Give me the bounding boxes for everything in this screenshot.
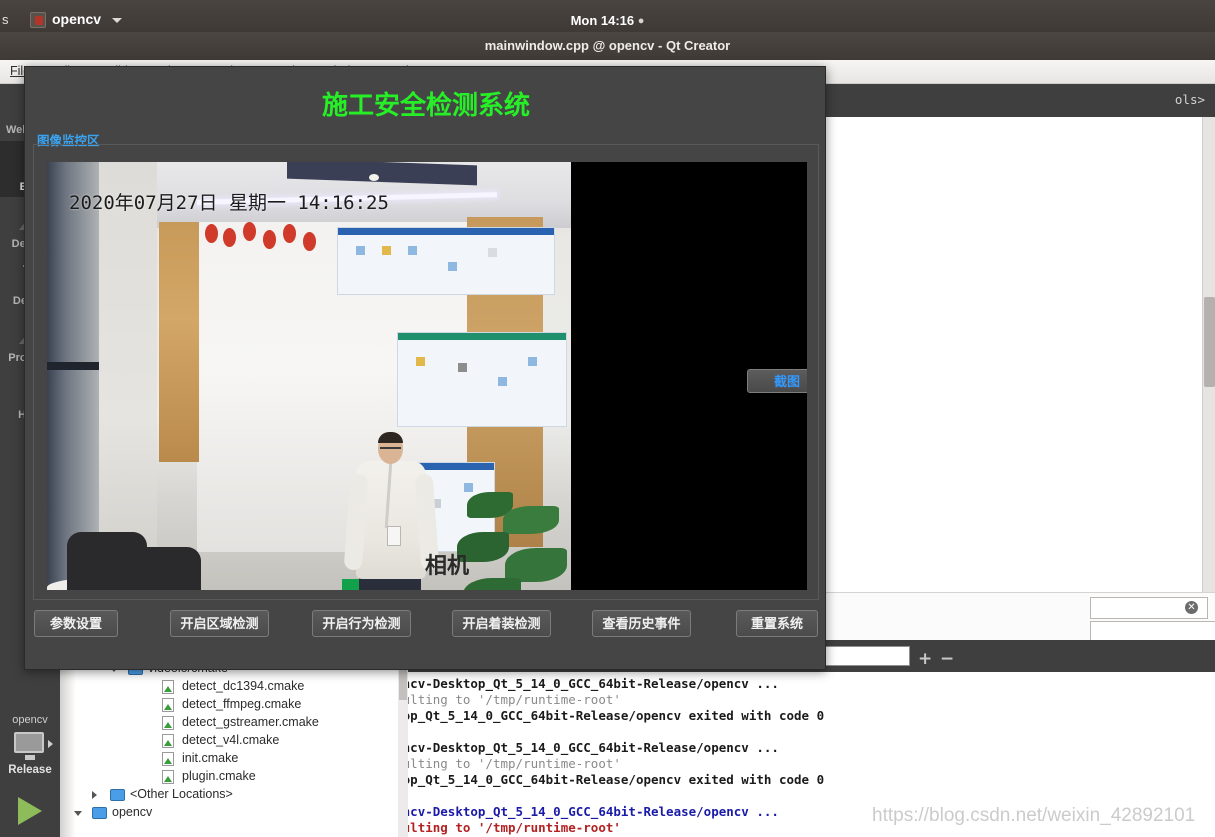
scene-poster-cell xyxy=(382,246,391,255)
capture-screenshot-button[interactable]: 截图 xyxy=(747,369,807,393)
dialog-button-4[interactable]: 开启着装检测 xyxy=(452,610,551,637)
scene-plant-leaf xyxy=(463,578,521,590)
cmake-file-icon xyxy=(162,734,174,748)
scene-door-left xyxy=(159,222,199,462)
cmake-file-icon xyxy=(162,752,174,766)
scene-poster-cell xyxy=(458,363,467,372)
scene-poster xyxy=(397,332,567,427)
zoom-out-icon[interactable]: − xyxy=(940,649,954,669)
scene-chair xyxy=(117,547,201,590)
run-icon[interactable] xyxy=(18,797,42,825)
scene-poster-cell xyxy=(498,377,507,386)
camera-feed-left[interactable]: 2020年07月27日 星期一 14:16:25 相机 xyxy=(47,162,571,590)
dialog-button-6[interactable]: 重置系统 xyxy=(736,610,818,637)
safety-detection-dialog: 施工安全检测系统 图像监控区 2020年07月27日 星期一 14:16:25 … xyxy=(24,66,826,670)
find-clear-icon[interactable]: ✕ xyxy=(1185,601,1198,614)
scene-decoration-lantern xyxy=(243,222,256,241)
folder-icon xyxy=(92,807,107,819)
folder-icon xyxy=(110,789,125,801)
file-tree-label: plugin.cmake xyxy=(182,769,256,783)
scene-poster-header xyxy=(338,228,554,235)
file-tree-row[interactable]: <Other Locations> xyxy=(60,786,408,804)
file-tree-label: detect_ffmpeg.cmake xyxy=(182,697,302,711)
file-tree-label: <Other Locations> xyxy=(130,787,233,801)
file-tree-label: detect_gstreamer.cmake xyxy=(182,715,319,729)
scene-plant xyxy=(457,492,571,590)
build-configuration-label: Release xyxy=(8,764,52,776)
scene-plant-leaf xyxy=(503,506,559,534)
dialog-button-2[interactable]: 开启区域检测 xyxy=(170,610,269,637)
scene-decoration-lantern xyxy=(205,224,218,243)
target-selector-icon[interactable] xyxy=(14,732,44,760)
scene-poster-cell xyxy=(356,246,365,255)
person-glasses xyxy=(380,447,401,451)
scene-poster-cell xyxy=(448,262,457,271)
scene-decoration-lantern xyxy=(223,228,236,247)
clock-indicator-icon: ● xyxy=(637,15,645,27)
target-selector-arrow-icon[interactable] xyxy=(48,740,53,748)
scene-poster-cell xyxy=(408,246,417,255)
scene-wall-trim xyxy=(47,362,99,370)
scene-poster-cell xyxy=(528,357,537,366)
file-tree-row[interactable]: init.cmake xyxy=(60,750,408,768)
camera-feed-right[interactable]: 截图 xyxy=(571,162,807,590)
scene-poster-header xyxy=(398,333,566,340)
scene-poster xyxy=(337,227,555,295)
scene-decoration-lantern xyxy=(303,232,316,251)
scene-pillar xyxy=(47,162,99,590)
scene-decoration-lantern xyxy=(283,224,296,243)
file-tree-label: opencv xyxy=(112,805,153,819)
file-tree-row[interactable]: detect_ffmpeg.cmake xyxy=(60,696,408,714)
camera-watermark-label: 相机 xyxy=(425,553,470,578)
cmake-file-icon xyxy=(162,698,174,712)
dialog-button-row: 参数设置 开启区域检测 开启行为检测 开启着装检测 查看历史事件 重置系统 xyxy=(25,610,827,644)
screen: s opencv Mon 14:16 ● mainwindow.cpp @ op… xyxy=(0,0,1215,837)
page-watermark: https://blog.csdn.net/weixin_42892101 xyxy=(872,805,1196,826)
run-kit-name: opencv xyxy=(12,714,48,726)
clock-text: Mon 14:16 xyxy=(570,13,635,28)
chevron-down-icon[interactable] xyxy=(74,811,82,816)
dialog-button-5[interactable]: 查看历史事件 xyxy=(592,610,691,637)
file-tree-label: detect_v4l.cmake xyxy=(182,733,280,747)
dialog-button-1[interactable]: 参数设置 xyxy=(34,610,118,637)
qt-window-title: mainwindow.cpp @ opencv - Qt Creator xyxy=(0,32,1215,60)
scene-plant-leaf xyxy=(505,548,567,582)
dialog-button-3[interactable]: 开启行为检测 xyxy=(312,610,411,637)
scene-poster-cell xyxy=(416,357,425,366)
code-scrollbar[interactable] xyxy=(1202,117,1215,592)
qt-run-controls: opencv Release xyxy=(0,702,60,837)
person-badge xyxy=(387,526,401,546)
scene-decoration-lantern xyxy=(263,230,276,249)
code-scrollbar-thumb[interactable] xyxy=(1204,297,1215,387)
cmake-file-icon xyxy=(162,680,174,694)
file-tree-row[interactable]: detect_dc1394.cmake xyxy=(60,678,408,696)
scene-ceiling-spot xyxy=(369,174,379,181)
file-tree-row[interactable]: detect_v4l.cmake xyxy=(60,732,408,750)
video-display-area: 2020年07月27日 星期一 14:16:25 相机 截图 xyxy=(47,162,807,590)
editor-breadcrumb: ols> xyxy=(1174,92,1205,107)
file-tree-row[interactable]: detect_gstreamer.cmake xyxy=(60,714,408,732)
scene-pillar-face xyxy=(99,162,157,590)
scene-poster-cell xyxy=(464,483,473,492)
file-tree-row[interactable]: plugin.cmake xyxy=(60,768,408,786)
cmake-file-icon xyxy=(162,770,174,784)
page-title: 施工安全检测系统 xyxy=(321,90,530,120)
file-tree-label: detect_dc1394.cmake xyxy=(182,679,305,693)
cmake-file-icon xyxy=(162,716,174,730)
output-search-input[interactable] xyxy=(820,646,910,666)
desktop-clock[interactable]: Mon 14:16 ● xyxy=(0,13,1215,28)
file-tree-label: init.cmake xyxy=(182,751,239,765)
zoom-in-icon[interactable]: + xyxy=(918,649,932,669)
scene-poster-cell xyxy=(488,248,497,257)
chevron-right-icon[interactable] xyxy=(92,791,97,799)
camera-timestamp-overlay: 2020年07月27日 星期一 14:16:25 xyxy=(69,192,389,214)
file-tree-row[interactable]: opencv xyxy=(60,804,408,822)
